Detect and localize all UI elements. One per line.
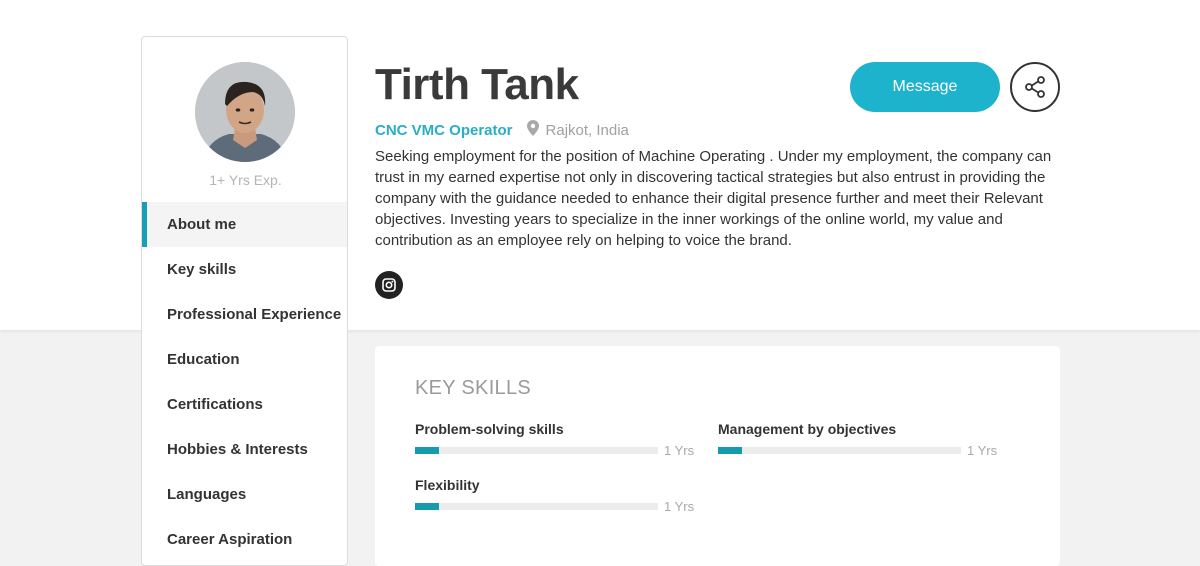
sidebar-item-professional-experience[interactable]: Professional Experience [142,292,347,337]
message-button[interactable]: Message [850,62,1000,112]
skill-progress-fill [718,447,743,454]
experience-label: 1+ Yrs Exp. [209,172,282,188]
share-button[interactable] [1010,62,1060,112]
sidebar-item-key-skills[interactable]: Key skills [142,247,347,292]
profile-name: Tirth Tank [375,60,579,109]
skill-years: 1 Yrs [967,443,998,458]
skill-years: 1 Yrs [664,499,695,514]
skill-progress-fill [415,503,440,510]
skill-item: Management by objectives 1 Yrs [718,421,998,458]
avatar [195,62,295,162]
share-icon [1025,76,1045,98]
key-skills-card: KEY SKILLS Problem-solving skills 1 Yrs … [375,346,1060,566]
skill-progress-bar [415,503,658,510]
skill-progress-bar [718,447,961,454]
profile-sidebar-card: 1+ Yrs Exp. About me Key skills Professi… [141,36,348,566]
map-pin-icon [526,120,539,140]
avatar-photo [195,62,295,162]
role-location-line: CNC VMC Operator Rajkot, India [375,120,629,140]
sidebar-item-education[interactable]: Education [142,337,347,382]
sidebar-item-certifications[interactable]: Certifications [142,382,347,427]
skill-item: Flexibility 1 Yrs [415,477,695,514]
skill-years: 1 Yrs [664,443,695,458]
skill-name: Management by objectives [718,421,897,437]
skill-progress-fill [415,447,440,454]
sidebar-item-languages[interactable]: Languages [142,472,347,517]
skill-progress-bar [415,447,658,454]
sidebar-item-hobbies-interests[interactable]: Hobbies & Interests [142,427,347,472]
sidebar-nav: About me Key skills Professional Experie… [142,202,347,562]
skill-name: Flexibility [415,477,480,493]
skill-item: Problem-solving skills 1 Yrs [415,421,695,458]
job-title: CNC VMC Operator [375,121,513,139]
instagram-icon[interactable] [375,271,403,299]
location-text: Rajkot, India [545,121,629,139]
sidebar-item-career-aspiration[interactable]: Career Aspiration [142,517,347,562]
skill-name: Problem-solving skills [415,421,564,437]
key-skills-title: KEY SKILLS [415,377,532,399]
about-me-text: Seeking employment for the position of M… [375,148,1052,249]
sidebar-item-about-me[interactable]: About me [142,202,347,247]
